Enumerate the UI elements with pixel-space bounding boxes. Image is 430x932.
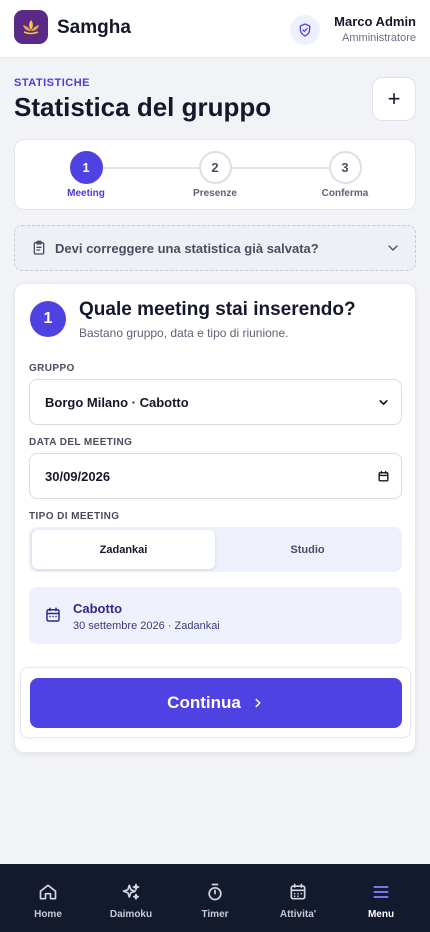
chevron-down-icon [388, 245, 398, 251]
step-label: Presenze [193, 188, 237, 199]
role-badge [290, 15, 320, 45]
section-eyebrow: STATISTICHE [14, 77, 90, 89]
continue-button[interactable]: Continua [30, 678, 402, 728]
calendar-icon [46, 607, 60, 622]
user-role: Amministratore [342, 32, 416, 44]
clipboard-icon [33, 240, 45, 255]
step-meeting[interactable]: 1 Meeting [41, 151, 131, 199]
date-input[interactable]: 30/09/2026 [29, 453, 402, 499]
nav-label: Menu [367, 909, 395, 920]
calendar-icon[interactable] [377, 470, 390, 483]
step-presenze[interactable]: 2 Presenze [170, 151, 260, 199]
meeting-form-card: 1 Quale meeting stai inserendo? Bastano … [14, 283, 416, 753]
app-logo[interactable] [14, 10, 48, 44]
calendar-icon [290, 883, 306, 900]
nav-label: Attivita' [279, 909, 317, 920]
correction-text: Devi correggere una statistica già salva… [55, 241, 319, 256]
menu-icon [373, 886, 389, 898]
sparkles-icon [122, 883, 140, 900]
bottom-nav: Home Daimoku Timer Attivita' Menu [0, 864, 430, 932]
type-zadankai-option[interactable]: Zadankai [32, 530, 215, 569]
user-name[interactable]: Marco Admin [334, 14, 416, 29]
step-number: 1 [69, 151, 103, 184]
type-label: TIPO DI MEETING [29, 511, 120, 522]
app-name: Samgha [57, 17, 131, 38]
step-label: Conferma [321, 188, 369, 199]
group-value: Borgo Milano · Cabotto [45, 395, 189, 410]
type-studio-option[interactable]: Studio [216, 530, 399, 569]
nav-item-menu[interactable]: Menu [338, 864, 424, 932]
meeting-type-toggle: Zadankai Studio [29, 527, 402, 572]
summary-subtitle: 30 settembre 2026 · Zadankai [73, 620, 220, 632]
correction-toggle[interactable]: Devi correggere una statistica già salva… [14, 225, 416, 271]
continue-label: Continua [167, 693, 241, 712]
step-number: 3 [328, 151, 362, 184]
add-button[interactable]: + [372, 77, 416, 121]
nav-item-home[interactable]: Home [5, 864, 91, 932]
step-number: 2 [198, 151, 232, 184]
nav-item-attivita[interactable]: Attivita' [255, 864, 341, 932]
nav-item-daimoku[interactable]: Daimoku [88, 864, 174, 932]
page-title: Statistica del gruppo [14, 92, 272, 122]
date-value: 30/09/2026 [45, 469, 111, 484]
home-icon [39, 884, 57, 900]
form-footer: Continua [20, 667, 411, 738]
nav-label: Daimoku [109, 909, 153, 920]
shield-check-icon [299, 23, 311, 37]
chevron-down-icon [379, 400, 388, 405]
top-bar: Samgha Marco Admin Amministratore [0, 0, 430, 58]
group-label: GRUPPO [29, 363, 75, 374]
lotus-icon [23, 20, 39, 35]
chevron-right-icon [255, 698, 261, 708]
nav-label: Home [34, 909, 62, 920]
step-conferma[interactable]: 3 Conferma [300, 151, 390, 199]
form-subtitle: Bastano gruppo, data e tipo di riunione. [79, 326, 289, 340]
form-step-badge: 1 [30, 301, 66, 337]
nav-item-timer[interactable]: Timer [172, 864, 258, 932]
stepper: 1 Meeting 2 Presenze 3 Conferma [14, 139, 416, 210]
summary-title: Cabotto [73, 601, 123, 616]
group-select[interactable]: Borgo Milano · Cabotto [29, 379, 402, 425]
date-label: DATA DEL MEETING [29, 437, 133, 448]
form-title: Quale meeting stai inserendo? [79, 299, 356, 320]
nav-label: Timer [201, 909, 229, 920]
stopwatch-icon [208, 883, 222, 901]
meeting-summary: Cabotto 30 settembre 2026 · Zadankai [29, 587, 402, 644]
step-label: Meeting [67, 188, 105, 199]
